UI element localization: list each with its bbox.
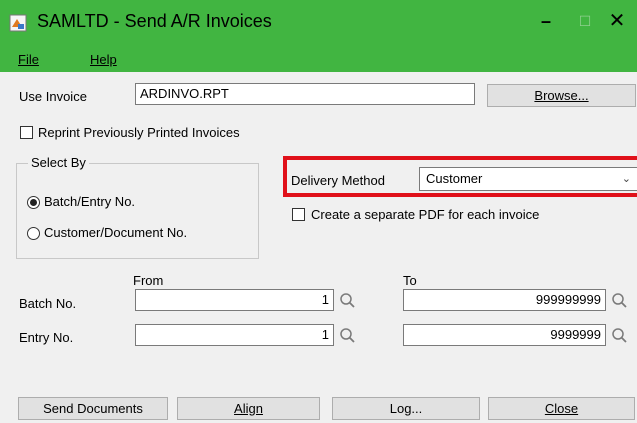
separate-pdf-checkbox[interactable]: [292, 208, 305, 221]
title-bar: SAMLTD - Send A/R Invoices – ☐ ✕: [0, 0, 637, 46]
entry-from-field[interactable]: 1: [135, 324, 334, 346]
use-invoice-field[interactable]: ARDINVO.RPT: [135, 83, 475, 105]
to-label: To: [403, 273, 417, 288]
send-documents-button[interactable]: Send Documents: [18, 397, 168, 420]
select-by-group: [16, 163, 259, 259]
menu-bar: File Help: [0, 46, 637, 72]
close-button-label: Close: [544, 401, 579, 416]
delivery-method-select[interactable]: Customer ⌄: [419, 167, 637, 191]
entry-from-search-icon[interactable]: [339, 327, 356, 344]
batch-from-field[interactable]: 1: [135, 289, 334, 311]
entry-to-field[interactable]: 9999999: [403, 324, 606, 346]
radio-customer-document[interactable]: [27, 227, 40, 240]
app-icon: [9, 14, 27, 32]
radio-batch-entry[interactable]: [27, 196, 40, 209]
chevron-down-icon: ⌄: [621, 173, 631, 185]
window-title: SAMLTD - Send A/R Invoices: [37, 11, 272, 31]
batch-to-search-icon[interactable]: [611, 292, 628, 309]
menu-help[interactable]: Help: [90, 52, 117, 67]
separate-pdf-label: Create a separate PDF for each invoice: [311, 207, 540, 222]
align-button[interactable]: Align: [177, 397, 320, 420]
close-window-button[interactable]: ✕: [594, 6, 637, 36]
delivery-method-value: Customer: [426, 171, 483, 186]
browse-button[interactable]: Browse...: [487, 84, 636, 107]
close-button[interactable]: Close: [488, 397, 635, 420]
entry-to-search-icon[interactable]: [611, 327, 628, 344]
menu-file[interactable]: File: [18, 52, 39, 67]
batch-to-field[interactable]: 999999999: [403, 289, 606, 311]
radio-batch-entry-label: Batch/Entry No.: [44, 194, 136, 209]
align-button-label: Align: [234, 401, 263, 416]
reprint-checkbox[interactable]: [20, 126, 33, 139]
reprint-label: Reprint Previously Printed Invoices: [38, 125, 240, 140]
radio-customer-document-label: Customer/Document No.: [44, 225, 188, 240]
entry-no-label: Entry No.: [19, 330, 74, 345]
batch-from-search-icon[interactable]: [339, 292, 356, 309]
log-button[interactable]: Log...: [332, 397, 480, 420]
browse-button-label: Browse...: [534, 88, 589, 103]
select-by-legend: Select By: [28, 155, 89, 170]
from-label: From: [133, 273, 164, 288]
use-invoice-label: Use Invoice: [19, 89, 87, 104]
batch-no-label: Batch No.: [19, 296, 77, 311]
delivery-method-label: Delivery Method: [291, 173, 385, 188]
